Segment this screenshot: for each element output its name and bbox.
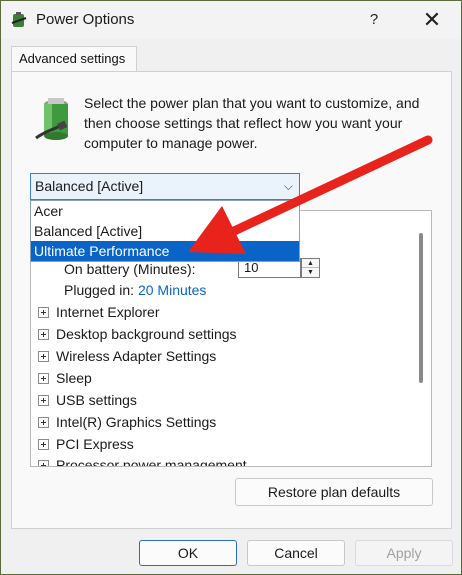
vertical-scrollbar[interactable] bbox=[419, 233, 423, 383]
expand-icon[interactable] bbox=[38, 306, 49, 318]
expand-icon[interactable] bbox=[38, 416, 49, 428]
tree-item-label: PCI Express bbox=[56, 436, 134, 452]
tree-item-label: Desktop background settings bbox=[56, 326, 237, 342]
tree-item-desktop-background[interactable]: Desktop background settings bbox=[38, 323, 237, 345]
expand-icon[interactable] bbox=[38, 459, 49, 466]
spin-down-icon[interactable]: ▼ bbox=[302, 268, 319, 277]
tree-item-label: Internet Explorer bbox=[56, 304, 160, 320]
plan-option-balanced[interactable]: Balanced [Active] bbox=[31, 221, 299, 241]
tree-item-label: Wireless Adapter Settings bbox=[56, 348, 217, 364]
tree-item-label: USB settings bbox=[56, 392, 137, 408]
tab-advanced-settings[interactable]: Advanced settings bbox=[11, 46, 137, 72]
power-plan-select-value: Balanced [Active] bbox=[35, 178, 144, 194]
tree-item-pci-express[interactable]: PCI Express bbox=[38, 433, 134, 455]
cancel-button[interactable]: Cancel bbox=[247, 540, 345, 566]
tree-item-label: Processor power management bbox=[56, 457, 247, 466]
expand-icon[interactable] bbox=[38, 328, 49, 340]
chevron-down-icon[interactable]: ⌵ bbox=[284, 174, 293, 199]
plugged-in-label: Plugged in: bbox=[64, 282, 135, 298]
tree-item-wireless-adapter[interactable]: Wireless Adapter Settings bbox=[38, 345, 216, 367]
expand-icon[interactable] bbox=[38, 394, 49, 406]
spin-up-icon[interactable]: ▲ bbox=[302, 259, 319, 268]
minutes-spinner[interactable]: ▲ ▼ bbox=[301, 258, 320, 278]
plan-option-acer[interactable]: Acer bbox=[31, 201, 299, 221]
window-title: Power Options bbox=[36, 11, 135, 28]
power-options-icon bbox=[11, 12, 27, 27]
plugged-in-row: Plugged in: 20 Minutes bbox=[64, 279, 206, 301]
apply-button: Apply bbox=[355, 540, 453, 566]
restore-plan-defaults-button[interactable]: Restore plan defaults bbox=[235, 478, 433, 506]
close-icon: ✕ bbox=[422, 7, 442, 32]
plan-option-ultimate-performance[interactable]: Ultimate Performance bbox=[31, 241, 299, 261]
tree-item-label: Sleep bbox=[56, 370, 92, 386]
power-plan-select[interactable]: Balanced [Active] ⌵ bbox=[30, 173, 300, 200]
tree-item-intel-graphics[interactable]: Intel(R) Graphics Settings bbox=[38, 411, 216, 433]
tree-item-processor-power[interactable]: Processor power management bbox=[38, 454, 247, 466]
battery-plug-icon bbox=[35, 98, 68, 140]
power-options-window: Power Options ? ✕ Advanced settings Sele… bbox=[0, 0, 462, 575]
power-plan-dropdown-list: Acer Balanced [Active] Ultimate Performa… bbox=[30, 200, 300, 262]
tree-item-label: Intel(R) Graphics Settings bbox=[56, 414, 217, 430]
tree-item-sleep[interactable]: Sleep bbox=[38, 367, 92, 389]
expand-icon[interactable] bbox=[38, 438, 49, 450]
tree-item-internet-explorer[interactable]: Internet Explorer bbox=[38, 301, 160, 323]
ok-button[interactable]: OK bbox=[139, 540, 237, 566]
title-bar: Power Options ? ✕ bbox=[1, 1, 461, 39]
expand-icon[interactable] bbox=[38, 372, 49, 384]
plan-description: Select the power plan that you want to c… bbox=[84, 95, 420, 151]
close-button[interactable]: ✕ bbox=[417, 7, 447, 33]
expand-icon[interactable] bbox=[38, 350, 49, 362]
help-button[interactable]: ? bbox=[359, 7, 389, 33]
plugged-in-value-link[interactable]: 20 Minutes bbox=[138, 282, 206, 298]
tree-item-usb-settings[interactable]: USB settings bbox=[38, 389, 137, 411]
